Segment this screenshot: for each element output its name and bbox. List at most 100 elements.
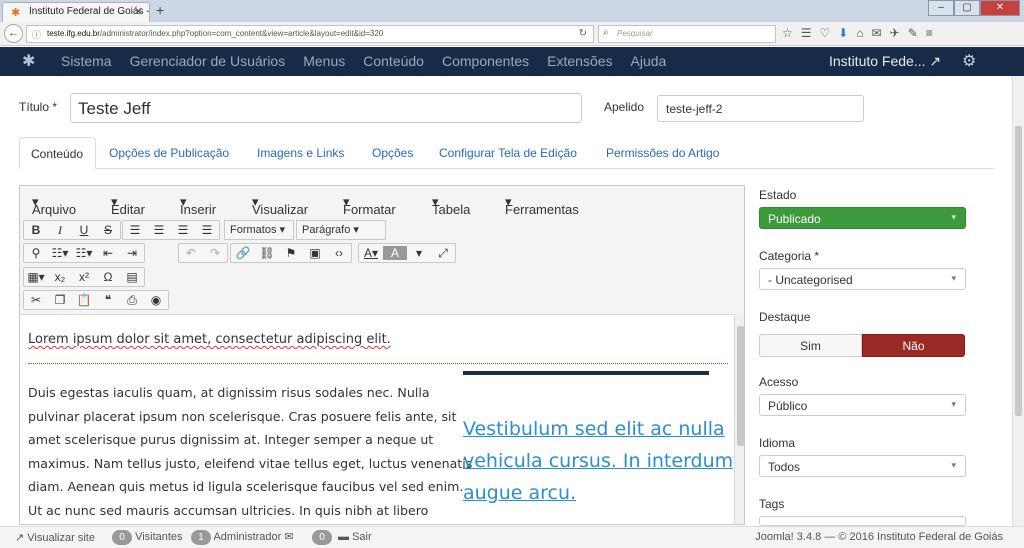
fullscreen-icon[interactable]: ⤢ [431, 246, 455, 261]
print-icon[interactable]: ⎙ [120, 293, 144, 308]
tab-permissoes[interactable]: Permissões do Artigo [606, 137, 719, 169]
close-tab-icon[interactable]: ✕ [134, 5, 143, 18]
info-icon[interactable]: ⓘ [32, 28, 41, 41]
editor-menu-formatar[interactable]: Formatar ▾ [343, 194, 396, 217]
table-icon[interactable]: ▦▾ [24, 270, 48, 284]
align-justify-icon[interactable]: ☰ [195, 223, 219, 237]
back-icon[interactable]: ← [4, 24, 23, 43]
extension-icon[interactable]: ✈ [890, 26, 900, 40]
menu-item-menus[interactable]: Menus [303, 53, 345, 69]
numbered-list-icon[interactable]: ☷▾ [72, 246, 96, 260]
background-color-caret-icon[interactable]: ▾ [407, 246, 431, 260]
menu-icon[interactable]: ≡ [926, 26, 933, 40]
bookmark-icon[interactable]: ⚑ [279, 246, 303, 260]
joomla-logo-icon[interactable]: ✱ [22, 51, 35, 71]
browser-search-input[interactable]: ⌕ Pesquisar [598, 25, 776, 43]
underline-icon[interactable]: U [72, 223, 96, 237]
reload-icon[interactable]: ↻ [579, 28, 587, 39]
page-scrollbar[interactable] [1012, 76, 1024, 526]
background-color-icon[interactable]: A [383, 246, 407, 260]
alias-input[interactable]: teste-jeff-2 [657, 95, 864, 122]
page-scrollbar-thumb[interactable] [1015, 126, 1022, 416]
admin-count-badge: 1 [191, 530, 211, 545]
editor-menu-editar[interactable]: Editar ▾ [111, 194, 145, 217]
code-icon[interactable]: ‹› [327, 246, 351, 260]
bullet-list-icon[interactable]: ☷▾ [48, 246, 72, 260]
download-icon[interactable]: ⬇ [838, 26, 848, 40]
tab-conteudo[interactable]: Conteúdo [19, 137, 96, 169]
special-char-icon[interactable]: Ω [96, 270, 120, 284]
tags-input[interactable] [759, 516, 966, 526]
tab-imagens[interactable]: Imagens e Links [257, 137, 344, 169]
menu-item-extensoes[interactable]: Extensões [547, 53, 612, 69]
menu-item-sistema[interactable]: Sistema [61, 53, 112, 69]
editor-menu-arquivo[interactable]: Arquivo ▾ [32, 194, 76, 217]
bookmark-star-icon[interactable]: ☆ [782, 26, 793, 40]
cut-icon[interactable]: ✂ [24, 293, 48, 307]
superscript-icon[interactable]: x² [72, 270, 96, 284]
preview-icon[interactable]: ◉ [144, 293, 168, 307]
italic-icon[interactable]: I [48, 223, 72, 238]
bookmarks-list-icon[interactable]: ☰ [801, 26, 812, 40]
paragraph-dropdown[interactable]: Parágrafo ▾ [296, 220, 386, 240]
strikethrough-icon[interactable]: S [96, 223, 120, 237]
home-icon[interactable]: ⌂ [856, 26, 863, 40]
featured-no-button[interactable]: Não [862, 334, 965, 357]
redo-icon[interactable]: ↷ [203, 246, 227, 260]
url-bar[interactable]: ⓘ teste.ifg.edu.br/administrator/index.p… [26, 25, 594, 43]
menu-item-componentes[interactable]: Componentes [442, 53, 529, 69]
browser-tab[interactable]: ✱ Instituto Federal de Goiás -... ✕ [2, 2, 150, 22]
editor-scrollbar[interactable] [734, 314, 744, 524]
text-color-icon[interactable]: A▾ [359, 246, 383, 260]
new-tab-icon[interactable]: + [156, 2, 164, 18]
editor-content-area[interactable]: Lorem ipsum dolor sit amet, consectetur … [20, 314, 734, 524]
editor-menu-tabela[interactable]: Tabela ▾ [432, 194, 470, 217]
site-name-link[interactable]: Instituto Fede... ↗ [829, 53, 941, 70]
body-line: maximus. Nam tellus justo, eleifend vita… [28, 455, 473, 471]
language-select[interactable]: Todos ▾ [759, 455, 966, 477]
pocket-icon[interactable]: ♡ [820, 26, 831, 40]
featured-yes-button[interactable]: Sim [759, 334, 862, 357]
align-center-icon[interactable]: ☰ [147, 223, 171, 237]
status-select[interactable]: Publicado ▾ [759, 207, 966, 229]
gear-icon[interactable]: ⚙ [962, 51, 976, 71]
formats-dropdown[interactable]: Formatos ▾ [224, 220, 294, 240]
indent-icon[interactable]: ⇥ [120, 246, 144, 260]
link-icon[interactable]: 🔗 [231, 246, 255, 260]
logout-link[interactable]: ▬ Sair [338, 531, 372, 543]
menu-item-ajuda[interactable]: Ajuda [631, 53, 667, 69]
binoculars-icon[interactable]: ⚲ [24, 246, 48, 260]
media-icon[interactable]: ▤ [120, 270, 144, 284]
editor-menu-inserir[interactable]: Inserir ▾ [180, 194, 216, 217]
outdent-icon[interactable]: ⇤ [96, 246, 120, 260]
subscript-icon[interactable]: x₂ [48, 270, 72, 284]
tab-configurar-tela[interactable]: Configurar Tela de Edição [439, 137, 577, 169]
bold-icon[interactable]: B [24, 223, 48, 237]
access-select[interactable]: Público ▾ [759, 394, 966, 416]
chat-icon[interactable]: ✉ [872, 26, 882, 40]
category-select[interactable]: - Uncategorised ▾ [759, 268, 966, 290]
copy-icon[interactable]: ❐ [48, 293, 72, 307]
tab-publicacao[interactable]: Opções de Publicação [109, 137, 229, 169]
undo-icon[interactable]: ↶ [179, 246, 203, 260]
title-input[interactable]: Teste Jeff [70, 93, 582, 123]
blockquote-icon[interactable]: ❝ [96, 293, 120, 307]
paste-icon[interactable]: 📋 [72, 293, 96, 307]
messages-info[interactable]: 0 [312, 530, 332, 545]
tab-opcoes[interactable]: Opções [372, 137, 413, 169]
minimize-icon[interactable]: – [928, 0, 954, 16]
image-icon[interactable]: ▣ [303, 246, 327, 260]
menu-item-usuarios[interactable]: Gerenciador de Usuários [130, 53, 286, 69]
align-left-icon[interactable]: ☰ [123, 223, 147, 237]
editor-scrollbar-thumb[interactable] [737, 326, 744, 446]
editor-menu-ferramentas[interactable]: Ferramentas ▾ [505, 194, 579, 217]
align-right-icon[interactable]: ☰ [171, 223, 195, 237]
unlink-icon[interactable]: ⛓ [255, 246, 279, 260]
view-site-link[interactable]: ↗ Visualizar site [15, 531, 95, 544]
menu-item-conteudo[interactable]: Conteúdo [363, 53, 424, 69]
maximize-icon[interactable]: ▢ [954, 0, 980, 16]
editor-menu-visualizar[interactable]: Visualizar ▾ [252, 194, 308, 217]
tools-icon[interactable]: ✎ [908, 26, 918, 40]
close-window-icon[interactable]: ✕ [980, 0, 1020, 16]
clipboard-group: ✂ ❐ 📋 ❝ ⎙ ◉ [23, 290, 169, 310]
